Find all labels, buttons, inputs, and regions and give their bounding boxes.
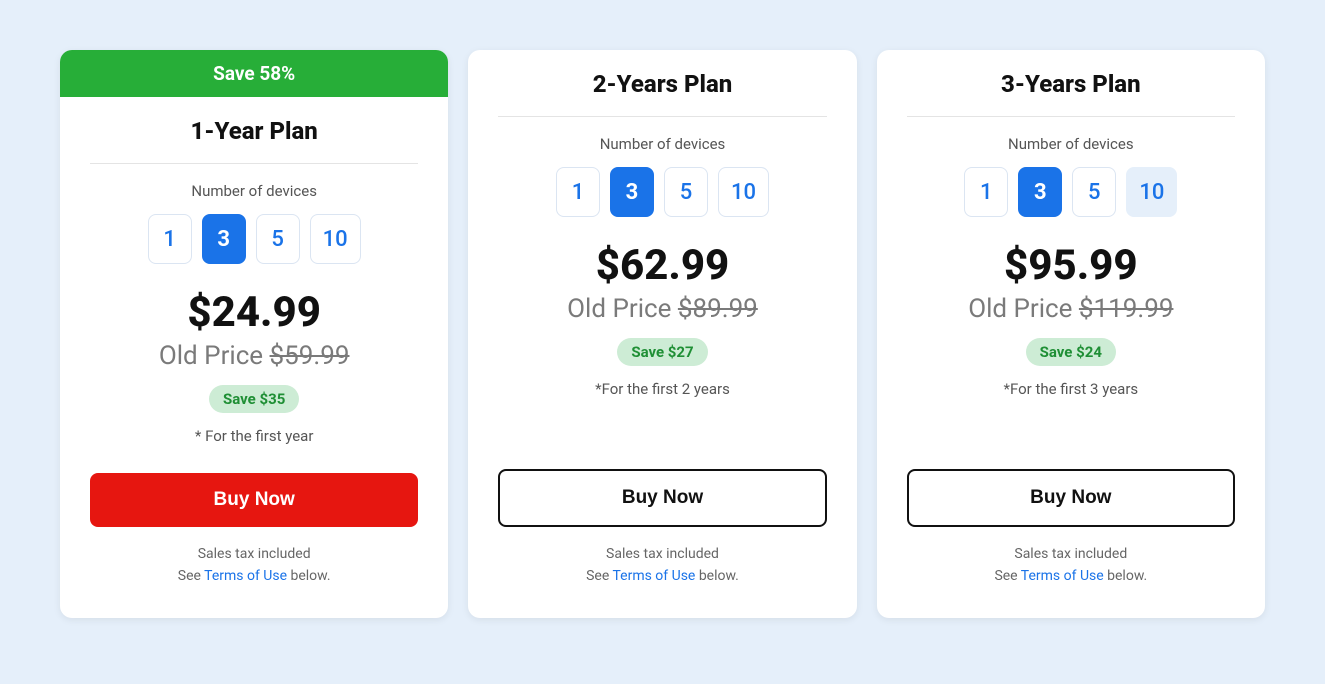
see-suffix: below. bbox=[1104, 568, 1148, 584]
see-prefix: See bbox=[178, 568, 204, 584]
device-option[interactable]: 3 bbox=[202, 214, 246, 264]
device-option[interactable]: 10 bbox=[1126, 167, 1177, 217]
terms-of-use-link[interactable]: Terms of Use bbox=[612, 568, 695, 584]
plan-body: 1-Year Plan Number of devices 13510 $24.99 O… bbox=[60, 97, 448, 618]
price-note: *For the first 3 years bbox=[907, 380, 1235, 398]
plan-title: 3-Years Plan bbox=[907, 70, 1235, 117]
device-options: 13510 bbox=[498, 167, 826, 217]
old-price-value: $119.99 bbox=[1079, 294, 1174, 324]
see-suffix: below. bbox=[695, 568, 739, 584]
tax-info: Sales tax includedSee Terms of Use below… bbox=[90, 543, 418, 588]
old-price-value: $59.99 bbox=[270, 341, 350, 371]
old-price: Old Price $89.99 bbox=[498, 294, 826, 324]
device-option[interactable]: 10 bbox=[310, 214, 361, 264]
tax-included-text: Sales tax included bbox=[907, 543, 1235, 565]
plan-price: $62.99 bbox=[498, 241, 826, 290]
device-option[interactable]: 3 bbox=[610, 167, 654, 217]
save-badge: Save $35 bbox=[209, 385, 299, 413]
price-note: * For the first year bbox=[90, 427, 418, 445]
buy-now-button[interactable]: Buy Now bbox=[498, 469, 826, 527]
plan-card: Save 58% 1-Year Plan Number of devices 1351… bbox=[60, 50, 448, 618]
plan-body: 3-Years Plan Number of devices 13510 $95.99… bbox=[877, 50, 1265, 618]
old-price-value: $89.99 bbox=[678, 294, 758, 324]
old-price-label: Old Price bbox=[159, 341, 270, 371]
buy-now-button[interactable]: Buy Now bbox=[90, 473, 418, 527]
see-prefix: See bbox=[586, 568, 612, 584]
save-badge: Save $27 bbox=[617, 338, 707, 366]
device-options: 13510 bbox=[907, 167, 1235, 217]
plan-title: 1-Year Plan bbox=[90, 117, 418, 164]
plan-card: 3-Years Plan Number of devices 13510 $95.99… bbox=[877, 50, 1265, 618]
tax-info: Sales tax includedSee Terms of Use below… bbox=[498, 543, 826, 588]
price-note: *For the first 2 years bbox=[498, 380, 826, 398]
device-option[interactable]: 3 bbox=[1018, 167, 1062, 217]
terms-line: See Terms of Use below. bbox=[498, 565, 826, 587]
old-price: Old Price $119.99 bbox=[907, 294, 1235, 324]
device-option[interactable]: 1 bbox=[556, 167, 600, 217]
plan-price: $95.99 bbox=[907, 241, 1235, 290]
old-price-label: Old Price bbox=[968, 294, 1079, 324]
old-price: Old Price $59.99 bbox=[90, 341, 418, 371]
device-option[interactable]: 5 bbox=[256, 214, 300, 264]
see-prefix: See bbox=[994, 568, 1020, 584]
devices-label: Number of devices bbox=[498, 135, 826, 153]
pricing-plans: Save 58%1-Year PlanNumber of devices1351… bbox=[60, 50, 1265, 618]
device-options: 13510 bbox=[90, 214, 418, 264]
plan-price: $24.99 bbox=[90, 288, 418, 337]
plan-body: 2-Years Plan Number of devices 13510 $62.99… bbox=[468, 50, 856, 618]
tax-included-text: Sales tax included bbox=[498, 543, 826, 565]
terms-line: See Terms of Use below. bbox=[90, 565, 418, 587]
terms-of-use-link[interactable]: Terms of Use bbox=[204, 568, 287, 584]
devices-label: Number of devices bbox=[90, 182, 418, 200]
device-option[interactable]: 5 bbox=[1072, 167, 1116, 217]
devices-label: Number of devices bbox=[907, 135, 1235, 153]
save-badge: Save $24 bbox=[1026, 338, 1116, 366]
tax-info: Sales tax includedSee Terms of Use below… bbox=[907, 543, 1235, 588]
device-option[interactable]: 1 bbox=[964, 167, 1008, 217]
buy-now-button[interactable]: Buy Now bbox=[907, 469, 1235, 527]
old-price-label: Old Price bbox=[567, 294, 678, 324]
plan-title: 2-Years Plan bbox=[498, 70, 826, 117]
device-option[interactable]: 10 bbox=[718, 167, 769, 217]
see-suffix: below. bbox=[287, 568, 331, 584]
tax-included-text: Sales tax included bbox=[90, 543, 418, 565]
save-banner: Save 58% bbox=[60, 50, 448, 97]
device-option[interactable]: 1 bbox=[148, 214, 192, 264]
plan-card: 2-Years Plan Number of devices 13510 $62.99… bbox=[468, 50, 856, 618]
terms-of-use-link[interactable]: Terms of Use bbox=[1021, 568, 1104, 584]
terms-line: See Terms of Use below. bbox=[907, 565, 1235, 587]
device-option[interactable]: 5 bbox=[664, 167, 708, 217]
